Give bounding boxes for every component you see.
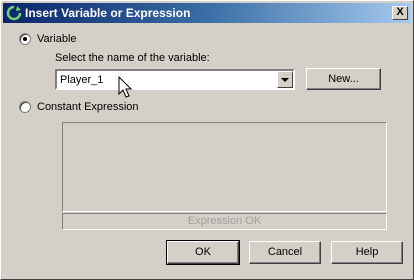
title-bar: Insert Variable or Expression X <box>3 3 411 23</box>
dropdown-arrow-icon[interactable] <box>277 71 293 88</box>
insert-variable-dialog: Insert Variable or Expression X Variable… <box>0 0 414 280</box>
expression-status: Expression OK <box>62 213 387 230</box>
expression-textarea[interactable] <box>62 122 387 212</box>
constant-radio[interactable] <box>19 101 31 113</box>
variable-prompt: Select the name of the variable: <box>55 52 210 64</box>
constant-radio-label: Constant Expression <box>37 101 139 113</box>
ok-button[interactable]: OK <box>166 240 240 265</box>
variable-radio-option[interactable]: Variable <box>19 33 77 45</box>
close-button[interactable]: X <box>392 6 408 20</box>
variable-radio[interactable] <box>19 33 31 45</box>
cancel-button[interactable]: Cancel <box>249 241 321 264</box>
variable-radio-label: Variable <box>37 33 77 45</box>
constant-radio-option[interactable]: Constant Expression <box>19 101 139 113</box>
new-button[interactable]: New... <box>306 68 381 90</box>
refresh-arrow-icon <box>6 5 22 21</box>
help-button[interactable]: Help <box>331 241 403 264</box>
window-title: Insert Variable or Expression <box>25 6 191 20</box>
mouse-pointer-icon <box>118 76 133 98</box>
variable-select-value: Player_1 <box>60 74 104 86</box>
variable-select[interactable]: Player_1 <box>55 69 295 90</box>
